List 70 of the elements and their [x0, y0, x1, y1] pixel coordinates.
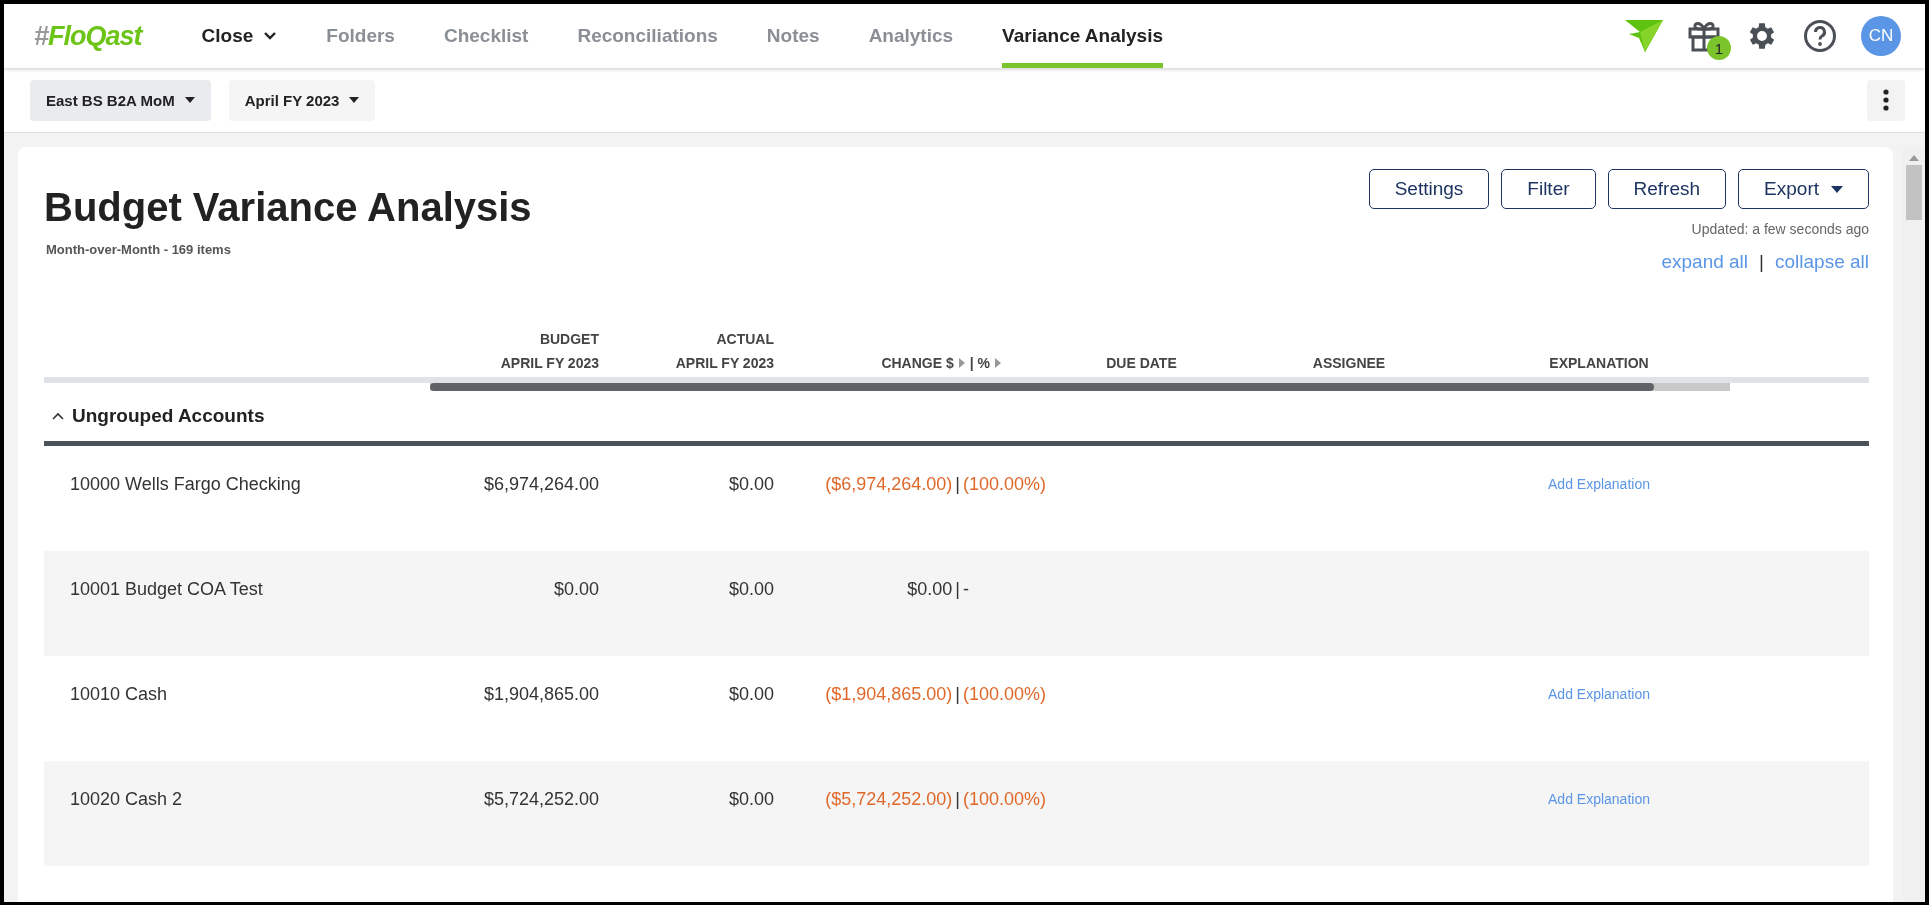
change-amount: ($1,904,865.00)	[824, 684, 953, 705]
add-explanation-link[interactable]: Add Explanation	[1548, 474, 1650, 492]
more-button[interactable]	[1867, 79, 1905, 121]
nav-tab[interactable]: Reconciliations	[577, 4, 718, 68]
collapse-all-link[interactable]: collapse all	[1775, 251, 1869, 273]
budget-cell-text: $1,904,865.00	[482, 683, 599, 705]
nav-tab[interactable]: Analytics	[868, 4, 954, 68]
budget-cell-text: $5,724,252.00	[482, 788, 599, 810]
change-amount: ($6,974,264.00)	[824, 474, 953, 495]
value-separator: |	[955, 579, 960, 600]
account-name: 10020 Cash 2	[69, 788, 184, 810]
budget-cell-text: $0.00	[552, 578, 599, 600]
change-percent: (100.00%)	[963, 684, 1048, 705]
toolbar-button[interactable]: Settings	[1368, 169, 1490, 209]
floqast-logo[interactable]: #FloQast	[34, 20, 142, 52]
horizontal-scrollbar[interactable]	[430, 383, 1730, 391]
account-name: 10010 Cash	[69, 683, 169, 705]
add-explanation-link[interactable]: Add Explanation	[1548, 684, 1650, 702]
column-header: BUDGET	[539, 331, 599, 347]
change-amount: ($5,724,252.00)	[824, 789, 953, 810]
chevron-icon	[263, 31, 278, 41]
updated-time: Updated: a few seconds ago	[1691, 221, 1869, 237]
collapse-caret-icon[interactable]	[52, 412, 64, 420]
page-subtitle: Month-over-Month - 169 items	[46, 242, 232, 257]
toolbar-button[interactable]: Filter	[1501, 169, 1596, 209]
add-explanation-link[interactable]: Add Explanation	[1548, 789, 1650, 807]
user-avatar[interactable]: CN	[1861, 16, 1901, 56]
group-title: Ungrouped Accounts	[72, 405, 265, 427]
nav-tab[interactable]: Folders	[326, 4, 395, 68]
change-percent: (100.00%)	[963, 789, 1048, 810]
caret-icon	[1831, 185, 1843, 193]
value-separator: |	[955, 684, 960, 705]
change-percent: -	[963, 579, 970, 600]
nav-tab[interactable]: Close	[201, 4, 278, 68]
column-header: APRIL FY 2023	[675, 355, 774, 371]
toolbar-button[interactable]: Refresh	[1607, 169, 1727, 209]
caret-icon	[349, 97, 360, 103]
notification-badge: 1	[1707, 36, 1731, 60]
change-amount: $0.00	[906, 579, 953, 600]
scrollbar-thumb[interactable]	[1906, 165, 1922, 220]
export-dropdown[interactable]: Export	[1738, 169, 1869, 209]
help-icon[interactable]	[1803, 19, 1837, 53]
account-name: 10000 Wells Fargo Checking	[69, 473, 302, 495]
sort-arrow-icon	[995, 358, 1001, 368]
kebab-icon	[1883, 89, 1889, 111]
budget-cell-text: $6,974,264.00	[482, 473, 599, 495]
sort-arrow-icon	[958, 358, 965, 368]
expand-all-link[interactable]: expand all	[1661, 251, 1749, 273]
filter-dropdown[interactable]: East BS B2A MoM	[30, 79, 211, 121]
caret-icon	[184, 97, 195, 103]
column-header: ASSIGNEE	[1312, 355, 1386, 371]
actual-cell-text: $0.00	[727, 473, 774, 495]
filter-dropdown[interactable]: April FY 2023	[228, 79, 376, 121]
column-header: APRIL FY 2023	[500, 355, 599, 371]
gift-icon[interactable]	[1687, 19, 1721, 53]
value-separator: |	[955, 474, 960, 495]
column-header: ACTUAL	[716, 331, 774, 347]
account-name: 10001 Budget COA Test	[69, 578, 264, 600]
actual-cell-text: $0.00	[727, 578, 774, 600]
column-header[interactable]: CHANGE $ | %	[881, 355, 1001, 371]
actual-cell-text: $0.00	[727, 683, 774, 705]
column-header: DUE DATE	[1106, 355, 1177, 371]
column-header: EXPLANATION	[1549, 355, 1649, 371]
value-separator: |	[955, 789, 960, 810]
link-separator: |	[1759, 251, 1764, 273]
nav-tab[interactable]: Notes	[766, 4, 820, 68]
page-title: Budget Variance Analysis	[44, 185, 532, 230]
change-percent: (100.00%)	[963, 474, 1048, 495]
nav-tab[interactable]: Checklist	[443, 4, 529, 68]
actual-cell-text: $0.00	[727, 788, 774, 810]
